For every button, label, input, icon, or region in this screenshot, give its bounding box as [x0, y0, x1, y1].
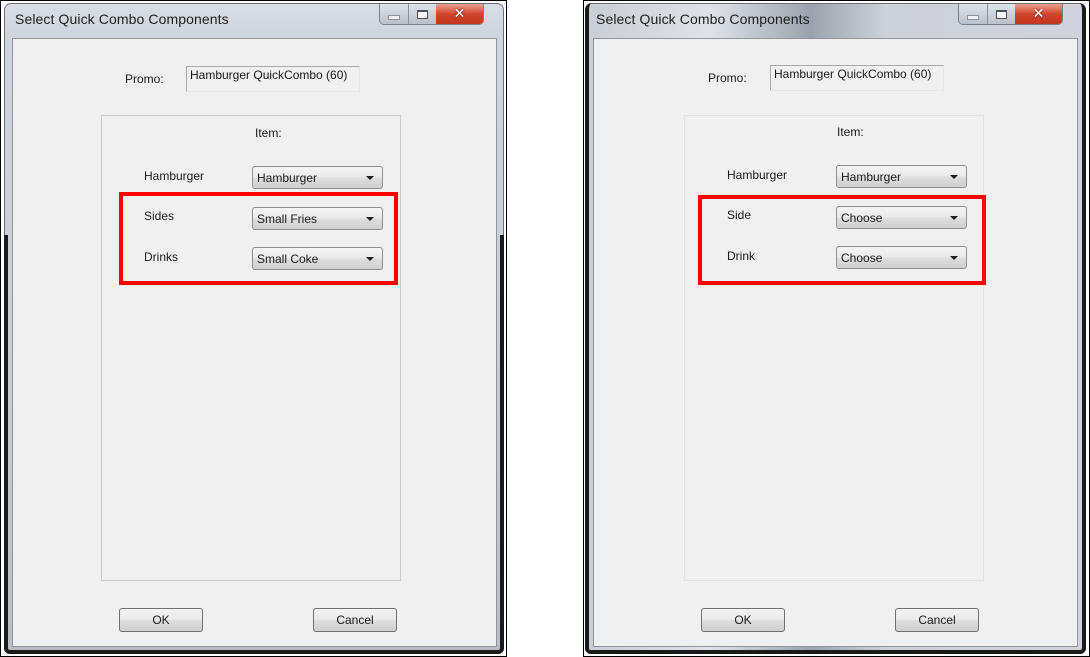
hamburger-dropdown[interactable]: Hamburger — [252, 166, 383, 189]
item-column-header: Item: — [255, 126, 282, 140]
window-title: Select Quick Combo Components — [15, 11, 229, 27]
promo-label: Promo: — [125, 72, 164, 86]
close-button[interactable]: ✕ — [436, 4, 483, 24]
highlight-box-left — [119, 192, 398, 285]
minimize-button[interactable] — [380, 4, 409, 24]
promo-field: Hamburger QuickCombo (60) — [186, 66, 360, 92]
row-label-hamburger: Hamburger — [144, 169, 205, 183]
close-icon: ✕ — [453, 6, 466, 22]
window-shadow-edge — [4, 235, 504, 654]
dropdown-value: Hamburger — [257, 171, 318, 185]
caption-buttons: ✕ — [379, 4, 484, 25]
maximize-icon — [417, 9, 428, 19]
minimize-icon — [388, 14, 400, 20]
maximize-button[interactable] — [409, 4, 436, 24]
chevron-down-icon — [366, 176, 374, 180]
window-shadow-edge — [585, 3, 1086, 654]
highlight-box-right — [698, 195, 986, 285]
